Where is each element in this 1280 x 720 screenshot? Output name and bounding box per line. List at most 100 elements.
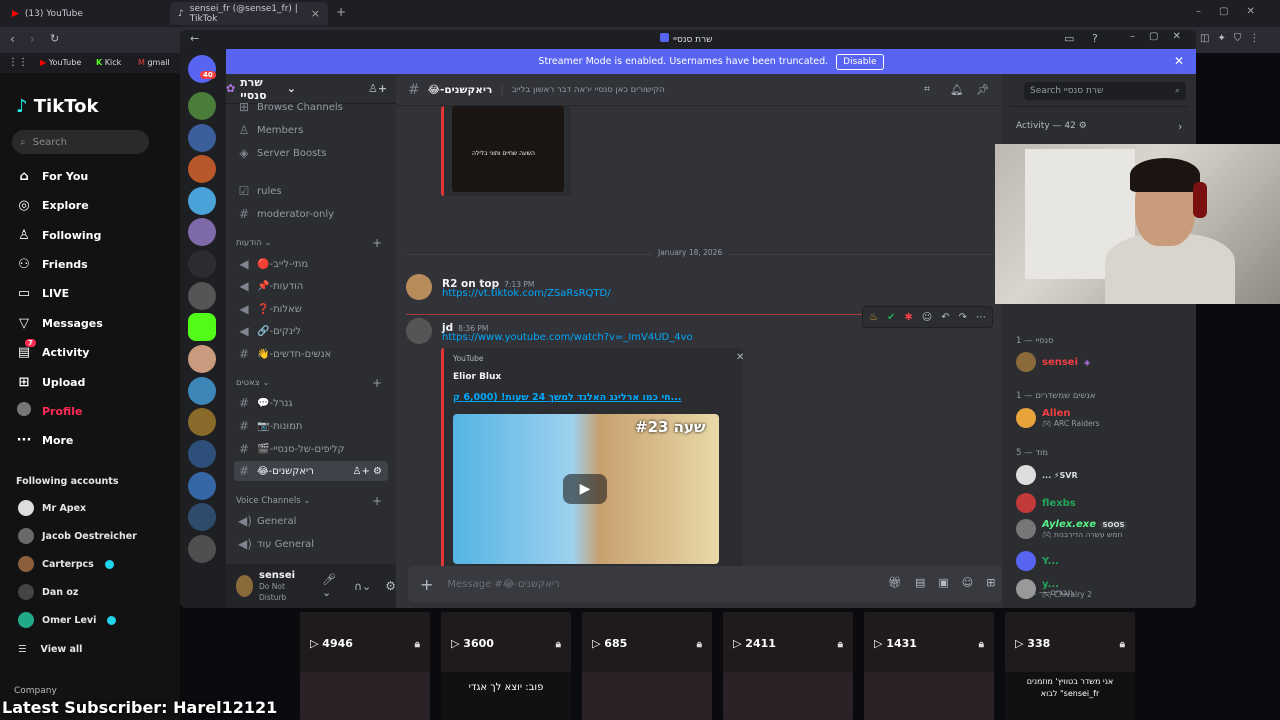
server-icon[interactable] <box>188 282 216 310</box>
nav-live[interactable]: ▭ LIVE <box>16 283 69 303</box>
company-link[interactable]: Company <box>14 686 57 696</box>
channel-item[interactable]: # 💬-גנרל <box>234 393 388 413</box>
member-item[interactable]: Aylex.exe SOOS 🎮︎ חמש עשרה הדירבנות <box>1016 518 1128 540</box>
nav-following[interactable]: ♙ Following <box>16 225 101 245</box>
close-tab-icon[interactable]: × <box>311 7 320 20</box>
bookmark-gmail[interactable]: M gmail <box>138 58 170 67</box>
server-icon[interactable] <box>188 503 216 531</box>
settings-icon[interactable]: ⚙ <box>385 579 396 593</box>
server-icon[interactable] <box>188 345 216 373</box>
forward-icon[interactable]: ↷ <box>959 312 967 323</box>
back-icon[interactable]: ← <box>190 32 199 45</box>
nav-upload[interactable]: ⊞ Upload <box>16 372 86 392</box>
member-item[interactable]: ... ⚡SVR <box>1016 464 1078 486</box>
youtube-thumbnail[interactable]: #23 שעה ▶ <box>453 414 719 564</box>
category-voice[interactable]: Voice Channels ⌄ <box>236 496 310 506</box>
video-tile[interactable] <box>582 672 712 720</box>
window-controls[interactable]: –▢✕ <box>1130 31 1195 42</box>
play-icon[interactable]: ▶ <box>563 474 607 504</box>
bookmark-youtube[interactable]: ▶ YouTube <box>40 58 81 67</box>
browser-tab-tiktok[interactable]: ♪ sensei_fr (@sense1_fr) | TikTok × <box>170 2 328 25</box>
channel-rules[interactable]: ☑ rules <box>234 181 388 201</box>
following-account[interactable]: Jacob Oestreicher <box>18 527 137 545</box>
following-account[interactable]: Omer Levi <box>18 611 117 629</box>
user-info[interactable]: sensei Do Not Disturb <box>259 570 302 603</box>
close-banner-icon[interactable]: ✕ <box>1174 54 1184 68</box>
voice-channel[interactable]: ◀) עוד General <box>234 534 388 554</box>
video-tile[interactable]: ▷ 4946 🔒︎ <box>300 612 430 672</box>
video-tile[interactable]: אני משדר בטוויץ' מוזמנים לבוא "sensei_fr <box>1005 672 1135 720</box>
channel-settings-icon[interactable]: ♙+ ⚙ <box>353 466 383 477</box>
nav-explore[interactable]: ◎ Explore <box>16 195 88 215</box>
microphone-icon[interactable]: 🎤︎⌄ <box>322 573 340 599</box>
member-item[interactable]: sensei ◈ <box>1016 351 1090 373</box>
add-member-icon[interactable]: ♙+ <box>368 82 387 95</box>
avatar[interactable] <box>406 274 432 300</box>
new-tab-button[interactable]: + <box>336 5 346 19</box>
category-chats[interactable]: צאטים ⌄ <box>236 378 270 388</box>
server-icon[interactable] <box>188 92 216 120</box>
nav-messages[interactable]: ▽ Messages <box>16 313 103 333</box>
server-icon[interactable] <box>188 408 216 436</box>
toolbar-icons[interactable]: ◫✦⛉⋮ <box>1200 33 1267 44</box>
channel-item[interactable]: # 📷-תמונות <box>234 416 388 436</box>
avatar[interactable] <box>236 575 254 597</box>
server-icon[interactable] <box>188 250 216 278</box>
search-input[interactable]: Search שרת סנסיי ⌕ <box>1024 82 1186 100</box>
fire-reaction-icon[interactable]: ♨ <box>869 312 878 323</box>
embed-author[interactable]: Elior Blux <box>453 372 501 382</box>
nav-profile[interactable]: Profile <box>16 401 82 421</box>
video-tile[interactable]: ▷ 1431 🔒︎ <box>864 612 994 672</box>
back-icon[interactable]: ‹ <box>10 32 15 46</box>
threads-icon[interactable]: ⌗ <box>924 83 930 96</box>
following-account[interactable]: Dan oz <box>18 583 78 601</box>
forward-icon[interactable]: › <box>30 32 35 46</box>
server-boosts-item[interactable]: ◈ Server Boosts <box>234 143 388 163</box>
video-tile[interactable]: ▷ 685 🔒︎ <box>582 612 712 672</box>
channel-item-active[interactable]: # 😂-ריאקשנים ♙+ ⚙ <box>234 461 388 481</box>
message-input[interactable]: + Message #😂-ריאקשנים 🎁︎▤▣☺⊞ <box>408 566 1020 602</box>
more-icon[interactable]: ⋯ <box>976 312 986 323</box>
server-icon[interactable] <box>188 187 216 215</box>
voice-channel[interactable]: ◀) General <box>234 511 388 531</box>
video-tile[interactable]: ▷ 3600 🔒︎ <box>441 612 571 672</box>
nav-for-you[interactable]: ⌂ For You <box>16 166 88 186</box>
window-controls[interactable]: –▢✕ <box>1196 6 1273 17</box>
video-embed[interactable]: השעה שחיים ותוני בלילה <box>441 106 571 196</box>
tiktok-logo[interactable]: ♪ TikTok <box>16 96 98 117</box>
help-icon[interactable]: ? <box>1092 32 1098 45</box>
video-tile[interactable]: ▷ 2411 🔒︎ <box>723 612 853 672</box>
browser-tab-youtube[interactable]: ▶ (13) YouTube <box>4 2 170 25</box>
kick-server-icon[interactable] <box>188 313 216 341</box>
channel-item[interactable]: # 🎬-קליפים-של-סנסיי <box>234 439 388 459</box>
server-icon[interactable] <box>188 440 216 468</box>
view-all-link[interactable]: ☰ View all <box>18 640 82 658</box>
channel-item[interactable]: ◀ 📌-הודעות <box>234 276 388 296</box>
chevron-right-icon[interactable]: › <box>1178 120 1182 133</box>
add-reaction-icon[interactable]: ☺ <box>922 312 932 323</box>
reload-icon[interactable]: ↻ <box>50 32 59 45</box>
channel-item[interactable]: ◀ 🔗-לינקים <box>234 321 388 341</box>
video-tile[interactable] <box>723 672 853 720</box>
video-tile[interactable] <box>864 672 994 720</box>
member-item[interactable]: Allen 🎮︎ ARC Raiders <box>1016 407 1100 429</box>
search-input[interactable]: ⌕ Search <box>12 130 149 154</box>
nav-more[interactable]: ··· More <box>16 430 74 450</box>
category-announcements[interactable]: הודעות ⌄ <box>236 238 272 248</box>
member-item[interactable]: flexbs <box>1016 492 1076 514</box>
server-icon[interactable] <box>188 124 216 152</box>
following-account[interactable]: Carterpcs <box>18 555 114 573</box>
close-embed-icon[interactable]: ✕ <box>736 352 744 363</box>
reaction-icon[interactable]: ✱ <box>904 312 912 323</box>
message-link[interactable]: https://www.youtube.com/watch?v=_ImV4UD_… <box>442 332 693 343</box>
nav-friends[interactable]: ⚇ Friends <box>16 254 88 274</box>
channel-topic[interactable]: הקישורים כאן סנסיי יראה דבר ראשון בלייב <box>512 85 665 95</box>
channel-item[interactable]: ◀ ❓-שאלות <box>234 299 388 319</box>
server-icon[interactable] <box>188 218 216 246</box>
reply-icon[interactable]: ↶ <box>941 312 949 323</box>
embed-provider[interactable]: YouTube <box>453 354 484 363</box>
channel-item[interactable]: # 👋-אנשים-חדשים <box>234 344 388 364</box>
disable-streamer-mode-button[interactable]: Disable <box>836 53 884 70</box>
bookmark-kick[interactable]: K Kick <box>96 58 121 67</box>
headphones-icon[interactable]: ∩⌄ <box>354 580 371 593</box>
